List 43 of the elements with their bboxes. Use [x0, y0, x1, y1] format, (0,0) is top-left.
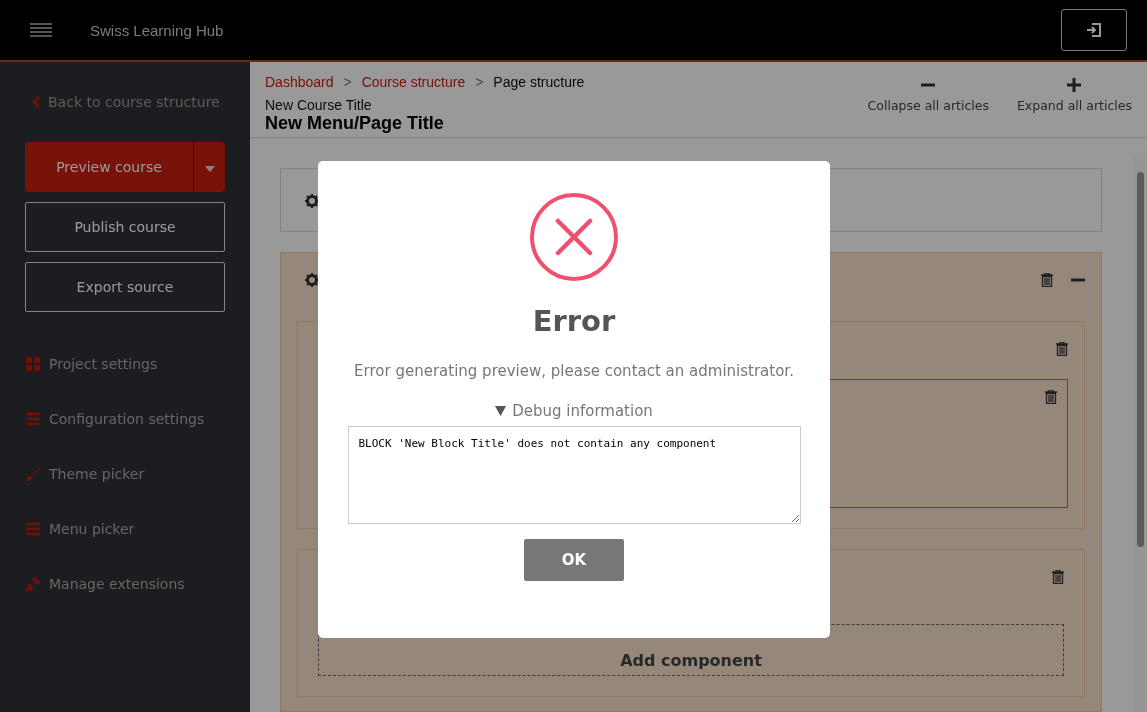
breadcrumb-separator: > [343, 74, 352, 90]
sidebar-item[interactable]: Manage extensions [25, 574, 225, 593]
debug-text-area[interactable]: BLOCK 'New Block Title' does not contain any component [347, 426, 801, 524]
article-toggle-button[interactable]: Collapse all articles [867, 74, 989, 118]
grid-icon [25, 355, 41, 372]
gear-icon[interactable] [305, 194, 319, 208]
debug-toggle[interactable]: Debug information [495, 402, 653, 420]
trash-icon[interactable] [1052, 570, 1064, 584]
sliders-icon [25, 410, 41, 427]
chevron-left-icon [32, 96, 40, 108]
logout-button[interactable] [1061, 9, 1127, 51]
brush-icon [25, 465, 41, 482]
sidebar-button[interactable]: Export source [25, 262, 225, 312]
app-title: Swiss Learning Hub [90, 21, 225, 39]
dialog-message: Error generating preview, please contact an administrator. [354, 362, 794, 380]
trash-icon[interactable] [1041, 273, 1053, 287]
sidebar-item[interactable]: Menu picker [25, 519, 225, 538]
sidebar-button[interactable]: Publish course [25, 202, 225, 252]
breadcrumb-link[interactable]: Course structure [361, 74, 466, 90]
breadcrumb-separator: > [475, 74, 484, 90]
back-link[interactable]: Back to course structure [48, 94, 220, 110]
dialog-title: Error [532, 304, 616, 338]
plus-icon [1067, 78, 1082, 92]
trash-icon[interactable] [1056, 342, 1068, 356]
trash-icon[interactable] [1045, 390, 1057, 404]
triangle-icon [495, 406, 507, 416]
preview-course-button[interactable]: Preview course [25, 142, 194, 192]
sidebar-item[interactable]: Project settings [25, 354, 225, 373]
plug-icon [25, 575, 41, 592]
sidebar-item[interactable]: Theme picker [25, 464, 225, 483]
breadcrumb-current: Page structure [493, 74, 585, 90]
page-title: New Menu/Page Title [265, 113, 445, 134]
sidebar-item[interactable]: Configuration settings [25, 409, 225, 428]
logout-icon [1086, 22, 1102, 38]
course-title: New Course Title [265, 97, 373, 113]
breadcrumb-link[interactable]: Dashboard [265, 74, 334, 90]
menu-icon [25, 520, 41, 537]
menu-icon[interactable] [30, 23, 52, 37]
ok-button[interactable]: OK [524, 539, 624, 581]
caret-icon [204, 165, 215, 172]
gear-icon[interactable] [305, 273, 319, 287]
article-toggle-button[interactable]: Expand all articles [1016, 74, 1132, 118]
error-icon [529, 192, 619, 282]
